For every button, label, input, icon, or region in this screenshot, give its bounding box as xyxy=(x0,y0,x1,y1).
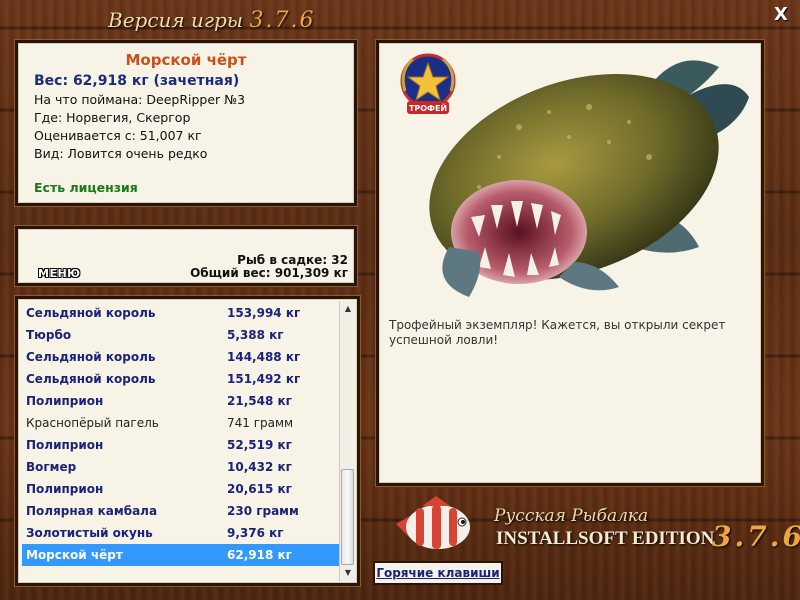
list-item[interactable]: Золотистый окунь 9,376 кг xyxy=(22,522,340,544)
fish-weight-cell: 153,994 кг xyxy=(227,306,301,320)
fish-info-panel: Морской чёрт Вес: 62,918 кг (зачетная) Н… xyxy=(15,40,357,206)
list-item[interactable]: Сельдяной король 151,492 кг xyxy=(22,368,340,390)
fish-weight-cell: 21,548 кг xyxy=(227,394,292,408)
catch-list[interactable]: Сельдяной король 153,994 кг Тюрбо 5,388 кг С… xyxy=(15,296,360,586)
logo-fish-icon xyxy=(396,496,470,549)
fish-weight-cell: 10,432 кг xyxy=(227,460,292,474)
list-item[interactable]: Вогмер 10,432 кг xyxy=(22,456,340,478)
fish-weight-cell: 144,488 кг xyxy=(227,350,301,364)
fish-name-cell: Морской чёрт xyxy=(26,548,123,562)
fish-kind: Вид: Ловится очень редко xyxy=(34,146,208,161)
fish-name-cell: Сельдяной король xyxy=(26,350,156,364)
fish-name-cell: Краснопёрый пагель xyxy=(26,416,159,430)
brand-line-1: Русская Рыбалка xyxy=(494,506,649,526)
scroll-down-icon[interactable]: ▼ xyxy=(340,565,356,581)
caught-with: На что поймана: DeepRipper №3 xyxy=(34,92,246,107)
fish-weight-cell: 62,918 кг xyxy=(227,548,292,562)
title-version: 3.7.6 xyxy=(249,8,316,33)
fish-weight-cell: 52,519 кг xyxy=(227,438,292,452)
fish-name: Морской чёрт xyxy=(125,51,247,69)
fish-weight-cell: 20,615 кг xyxy=(227,482,292,496)
catch-list-rows: Сельдяной король 153,994 кг Тюрбо 5,388 кг С… xyxy=(22,302,340,566)
list-item[interactable]: Сельдяной король 144,488 кг xyxy=(22,346,340,368)
game-logo: Русская Рыбалка INSTALLSOFT EDITION 3.7.… xyxy=(386,494,800,564)
game-window: Версия игры 3.7.6 X Морской чёрт Вес: 62… xyxy=(0,0,800,600)
list-scrollbar[interactable]: ▲ ▼ xyxy=(339,301,355,581)
fish-name-cell: Сельдяной король xyxy=(26,306,156,320)
close-icon[interactable]: X xyxy=(772,6,790,24)
fish-name-cell: Полиприон xyxy=(26,438,104,452)
scroll-up-icon[interactable]: ▲ xyxy=(340,301,356,317)
total-weight: Общий вес: 901,309 кг xyxy=(190,266,348,280)
list-item[interactable]: Полярная камбала 230 грамм xyxy=(22,500,340,522)
menu-button[interactable]: МЕНЮ xyxy=(38,267,81,280)
list-item[interactable]: Морской чёрт 62,918 кг xyxy=(22,544,340,566)
list-item[interactable]: Тюрбо 5,388 кг xyxy=(22,324,340,346)
list-item[interactable]: Сельдяной король 153,994 кг xyxy=(22,302,340,324)
medal-label: ТРОФЕЙ xyxy=(409,102,447,113)
catch-location: Где: Норвегия, Скергор xyxy=(34,110,191,125)
hotkeys-button[interactable]: Горячие клавиши xyxy=(373,561,503,585)
fish-weight-cell: 230 грамм xyxy=(227,504,299,518)
fish-name-cell: Золотистый окунь xyxy=(26,526,153,540)
list-item[interactable]: Полиприон 21,548 кг xyxy=(22,390,340,412)
fish-name-cell: Вогмер xyxy=(26,460,77,474)
fish-weight-cell: 151,492 кг xyxy=(227,372,301,386)
license-status: Есть лицензия xyxy=(34,180,138,195)
trophy-medal-icon: ТРОФЕЙ xyxy=(400,53,456,114)
fish-weight-cell: 9,376 кг xyxy=(227,526,284,540)
fish-name-cell: Полярная камбала xyxy=(26,504,158,518)
rated-from: Оценивается с: 51,007 кг xyxy=(34,128,202,143)
fish-weight-cell: 5,388 кг xyxy=(227,328,284,342)
keepnet-stats-panel: МЕНЮ Рыб в садке: 32 Общий вес: 901,309 … xyxy=(15,226,357,286)
title-prefix: Версия игры xyxy=(108,8,244,32)
fish-weight: Вес: 62,918 кг (зачетная) xyxy=(34,73,240,89)
brand-line-2: INSTALLSOFT EDITION xyxy=(496,528,715,549)
trophy-description: Трофейный экземпляр! Кажется, вы открыли… xyxy=(389,318,726,347)
fish-name-cell: Сельдяной король xyxy=(26,372,156,386)
list-item[interactable]: Краснопёрый пагель 741 грамм xyxy=(22,412,340,434)
brand-version: 3.7.6 xyxy=(712,520,800,553)
list-item[interactable]: Полиприон 20,615 кг xyxy=(22,478,340,500)
scroll-thumb[interactable] xyxy=(341,469,354,565)
trophy-panel: ТРОФЕЙ Трофейный экземпляр! Кажется, вы … xyxy=(376,40,764,486)
window-title: Версия игры 3.7.6 xyxy=(108,8,315,33)
fish-weight-cell: 741 грамм xyxy=(227,416,294,430)
list-item[interactable]: Полиприон 52,519 кг xyxy=(22,434,340,456)
fish-count: Рыб в садке: 32 xyxy=(237,253,348,267)
fish-name-cell: Полиприон xyxy=(26,482,104,496)
fish-name-cell: Полиприон xyxy=(26,394,104,408)
fish-name-cell: Тюрбо xyxy=(26,328,72,342)
